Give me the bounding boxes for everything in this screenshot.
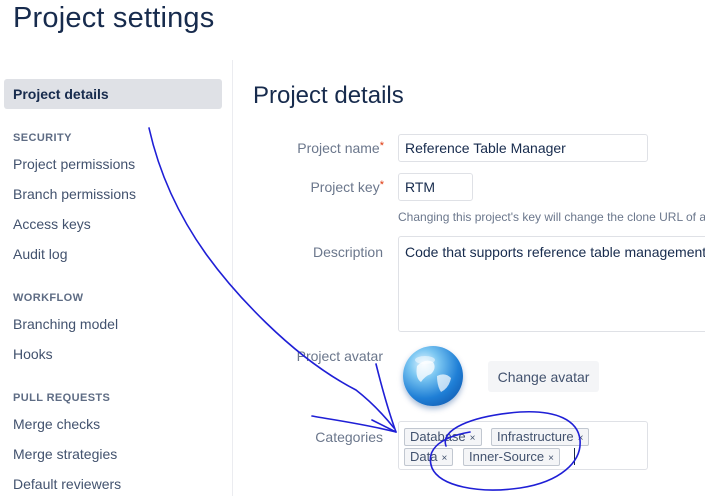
sidebar-item-project-permissions[interactable]: Project permissions [13,156,135,172]
project-name-input[interactable] [398,134,648,162]
remove-tag-icon[interactable]: × [578,433,584,444]
required-marker: * [379,140,384,152]
sidebar-item-audit-log[interactable]: Audit log [13,246,67,262]
sidebar-item-project-details[interactable]: Project details [4,79,222,109]
project-name-label: Project name* [297,140,384,156]
sidebar-item-merge-checks[interactable]: Merge checks [13,416,100,432]
sidebar-item-label: Project details [13,86,109,102]
description-label: Description [312,244,383,260]
sidebar-item-access-keys[interactable]: Access keys [13,216,91,232]
remove-tag-icon[interactable]: × [548,453,554,464]
sidebar-heading-workflow: WORKFLOW [13,292,84,304]
text-caret [574,448,575,465]
project-key-input[interactable] [398,173,473,201]
page-title: Project settings [13,2,215,34]
project-key-label: Project key* [310,179,384,195]
globe-icon [403,346,463,406]
sidebar-item-branch-permissions[interactable]: Branch permissions [13,186,136,202]
project-key-help: Changing this project's key will change … [398,210,705,224]
sidebar-heading-security: SECURITY [13,132,72,144]
description-textarea[interactable]: Code that supports reference table manag… [398,236,705,332]
section-title: Project details [253,82,404,109]
annotation-arrow-head [371,363,397,433]
category-tag: Data × [404,448,454,466]
category-tag: Database × [404,428,482,446]
remove-tag-icon[interactable]: × [470,433,476,444]
sidebar-heading-pull-requests: PULL REQUESTS [13,392,111,404]
required-marker: * [379,179,384,191]
category-tag: Inner-Source × [463,448,560,466]
sidebar-item-hooks[interactable]: Hooks [13,346,53,362]
sidebar-item-branching-model[interactable]: Branching model [13,316,118,332]
change-avatar-button[interactable]: Change avatar [488,361,599,392]
sidebar-item-default-reviewers[interactable]: Default reviewers [13,476,121,492]
remove-tag-icon[interactable]: × [441,453,447,464]
categories-label: Categories [315,429,383,445]
sidebar-item-merge-strategies[interactable]: Merge strategies [13,446,117,462]
category-tag: Infrastructure × [491,428,590,446]
project-avatar-label: Project avatar [296,348,383,364]
sidebar: Project details SECURITY Project permiss… [0,60,233,496]
